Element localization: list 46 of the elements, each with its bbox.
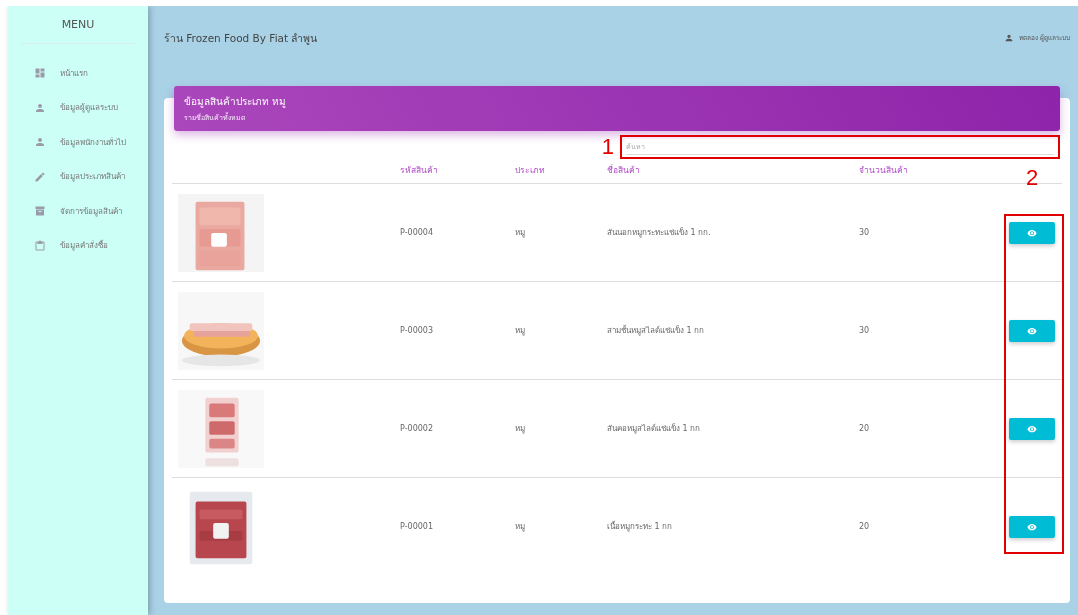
annotation-number: 2	[1025, 167, 1039, 189]
table-cell-text: 20	[859, 522, 871, 531]
column-header: ชื่อสินค้า	[607, 163, 641, 177]
table-cell-text: หมู	[515, 521, 526, 533]
column-header: ประเภท	[515, 164, 546, 177]
menu-title: MENU	[20, 6, 136, 44]
card-title: ข้อมูลสินค้าประเภท หมู	[184, 95, 288, 109]
eye-icon	[1027, 227, 1037, 238]
site-title: ร้าน Frozen Food By Fiat ลำพูน	[164, 30, 318, 47]
table-cell-text: 20	[859, 424, 871, 433]
sidebar-item[interactable]: ข้อมูลพนักงานทั่วไป	[8, 125, 148, 160]
table-cell-text: หมู	[515, 227, 526, 239]
sidebar-item[interactable]: ข้อมูลประเภทสินค้า	[8, 159, 148, 194]
annotation-number: 1	[601, 136, 614, 158]
sidebar-item[interactable]: หน้าแรก	[8, 56, 148, 91]
table-cell-text: หมู	[515, 325, 526, 337]
table-cell-text: P-00002	[400, 424, 434, 433]
sidebar-item[interactable]: จัดการข้อมูลสินค้า	[8, 194, 148, 229]
eye-icon	[1027, 521, 1037, 532]
table-cell-text: P-00001	[400, 522, 434, 531]
column-header: รหัสสินค้า	[400, 164, 439, 177]
person-icon	[34, 101, 46, 114]
view-button[interactable]	[1009, 221, 1055, 244]
table-cell-text: P-00004	[400, 228, 434, 237]
archive-icon	[34, 205, 46, 218]
table-cell-text: สันนอกหมูกระทะแช่แข็ง 1 กก.	[607, 226, 712, 239]
table-cell-text: P-00003	[400, 326, 434, 335]
table-cell-text: 30	[859, 326, 871, 335]
sidebar-item[interactable]: ข้อมูลคำสั่งซื้อ	[8, 228, 148, 263]
eye-icon	[1027, 423, 1037, 434]
dashboard-icon	[34, 67, 46, 80]
view-button[interactable]	[1009, 417, 1055, 440]
table-cell-text: สันคอหมูสไลด์แช่แข็ง 1 กก	[607, 422, 702, 435]
table-cell-text: เนื้อหมูกระทะ 1 กก	[607, 520, 674, 533]
table-cell-text: สามชั้นหมูสไลด์แช่แข็ง 1 กก	[607, 324, 706, 337]
sidebar-item[interactable]: ข้อมูลผู้ดูแลระบบ	[8, 90, 148, 125]
table-cell-text: หมู	[515, 423, 526, 435]
table-cell-text: 30	[859, 228, 871, 237]
view-button[interactable]	[1009, 319, 1055, 342]
eye-icon	[1027, 325, 1037, 336]
pencil-icon	[34, 170, 46, 183]
view-button[interactable]	[1009, 515, 1055, 538]
person-icon	[34, 136, 46, 149]
clipboard-icon	[34, 239, 46, 252]
person-icon	[1003, 33, 1014, 43]
column-header: จำนวนสินค้า	[859, 164, 909, 177]
